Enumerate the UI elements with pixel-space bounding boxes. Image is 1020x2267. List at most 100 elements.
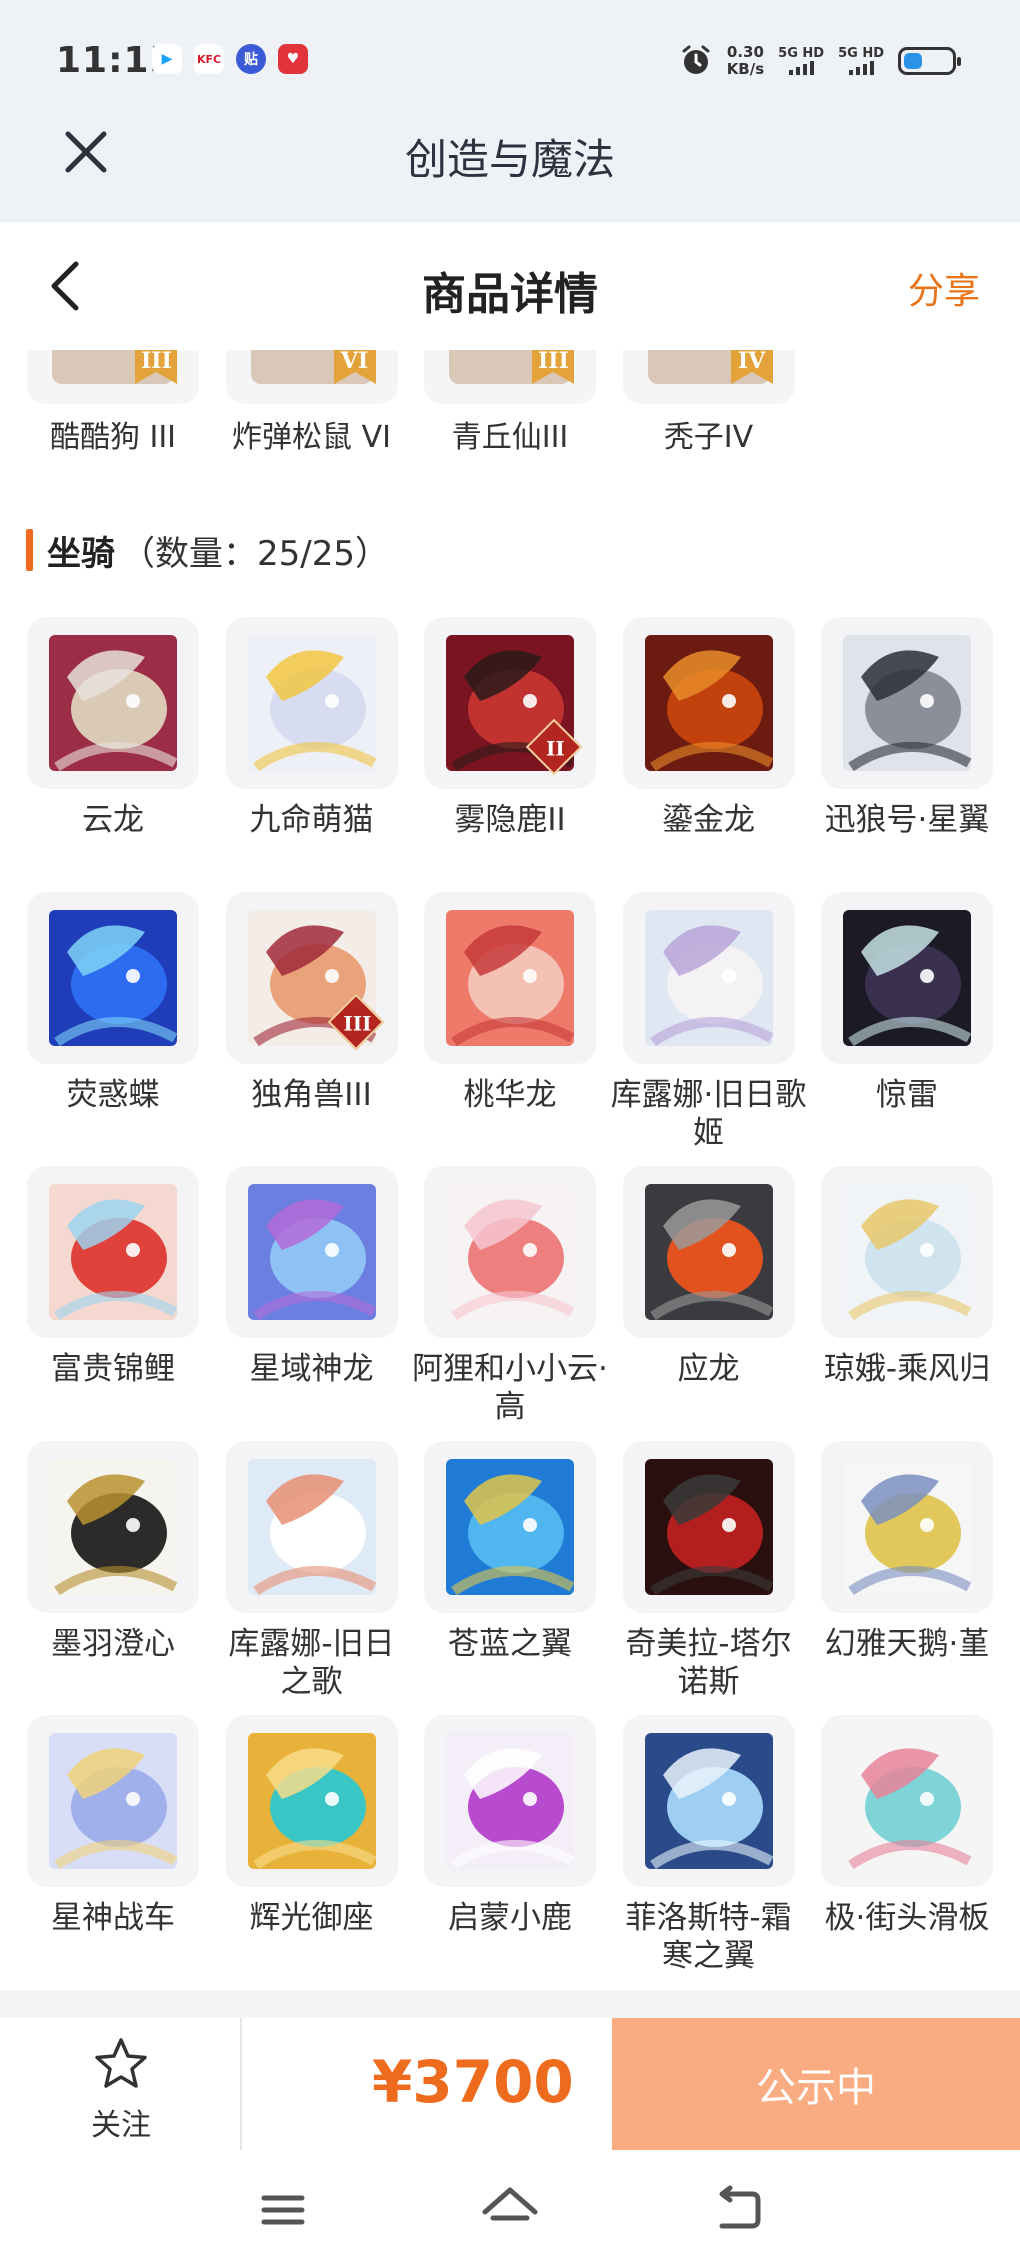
mount-card[interactable]: 库露娜-旧日之歌 — [225, 1440, 398, 1701]
sim2-label: 5G HD — [838, 46, 884, 61]
mount-card[interactable]: 辉光御座 — [225, 1715, 398, 1937]
status-indicators: 0.30 KB/s 5G HD 5G HD — [679, 44, 961, 78]
star-icon — [95, 2038, 147, 2088]
section-count: （数量：25/25） — [121, 533, 389, 574]
mount-thumbnail — [225, 1440, 398, 1613]
prev-item-thumbnail: III — [424, 350, 596, 404]
status-button[interactable]: 公示中 — [612, 2018, 1020, 2150]
mount-label: 星域神龙 — [249, 1351, 374, 1387]
back-nav-icon[interactable] — [702, 2180, 772, 2240]
menu-icon[interactable] — [248, 2180, 318, 2240]
mount-label: 奇美拉-塔尔诺斯 — [625, 1625, 792, 1700]
prev-item-thumbnail: VI — [225, 350, 398, 404]
app-bar: 创造与魔法 — [0, 110, 1020, 222]
price: ¥3700 — [372, 2048, 574, 2116]
mount-card[interactable]: 迅狼号·星翼 — [821, 617, 993, 839]
mount-thumbnail — [424, 1440, 596, 1613]
mount-card[interactable]: 琼娥-乘风归 — [821, 1166, 993, 1388]
mount-label: 桃华龙 — [463, 1076, 557, 1113]
signal-bars-icon — [778, 61, 824, 75]
mount-card[interactable]: 鎏金龙 — [622, 617, 795, 839]
mount-thumbnail — [821, 1440, 993, 1613]
tier-badge: IV — [737, 350, 766, 374]
mount-label: 独角兽III — [251, 1076, 372, 1113]
mount-card[interactable]: 库露娜·旧日歌姬 — [611, 891, 806, 1152]
action-bar: 关注 ¥3700 公示中 — [0, 2018, 1020, 2150]
mount-label: 琼娥-乘风归 — [823, 1351, 991, 1387]
share-button[interactable]: 分享 — [908, 262, 980, 314]
mount-card[interactable]: 云龙 — [27, 617, 199, 839]
mount-card[interactable]: 苍蓝之翼 — [424, 1440, 596, 1663]
follow-button[interactable]: 关注 — [0, 2018, 242, 2150]
net-speed: 0.30 KB/s — [727, 44, 764, 78]
mount-thumbnail — [27, 617, 199, 789]
top-area: 11:15 ▶ KFC 贴 ♥ 0.30 KB/s 5G HD 5G HD 创造… — [0, 0, 1020, 222]
mount-card[interactable]: III 独角兽III — [225, 891, 398, 1114]
mount-thumbnail — [225, 1166, 398, 1338]
prev-item-label: 酷酷狗 III — [49, 420, 177, 455]
mount-label: 库露娜-旧日之歌 — [228, 1625, 395, 1700]
mount-thumbnail — [424, 1715, 596, 1887]
mount-card[interactable]: 启蒙小鹿 — [424, 1715, 596, 1937]
mount-thumbnail: III — [225, 891, 398, 1064]
prev-item-label: 青丘仙III — [451, 420, 569, 455]
net-speed-unit: KB/s — [726, 60, 765, 78]
content-bottom-gap — [0, 1990, 1020, 2018]
mount-card[interactable]: 极·街头滑板 — [821, 1715, 993, 1937]
mount-label: 应龙 — [677, 1351, 740, 1387]
mount-thumbnail — [27, 1440, 199, 1613]
mount-card[interactable]: 幻雅天鹅·堇 — [821, 1440, 993, 1663]
prev-item-label: 炸弹松鼠 VI — [232, 420, 391, 455]
mount-card[interactable]: 应龙 — [622, 1166, 795, 1388]
mount-thumbnail — [821, 617, 993, 789]
mount-label: 迅狼号·星翼 — [824, 802, 990, 838]
tier-badge: III — [141, 350, 172, 374]
mount-card[interactable]: 菲洛斯特-霜寒之翼 — [622, 1715, 795, 1975]
status-bar: 11:15 ▶ KFC 贴 ♥ 0.30 KB/s 5G HD 5G HD — [0, 0, 1020, 122]
mount-label: 辉光御座 — [249, 1900, 374, 1936]
follow-label: 关注 — [91, 2108, 151, 2143]
mount-card[interactable]: 阿狸和小小云·高 — [412, 1166, 608, 1426]
mount-label: 菲洛斯特-霜寒之翼 — [625, 1900, 792, 1974]
mount-card[interactable]: 星神战车 — [27, 1715, 199, 1937]
system-nav-bar — [0, 2150, 1020, 2267]
mount-label: 苍蓝之翼 — [448, 1625, 572, 1662]
mount-label: 荧惑蝶 — [66, 1076, 160, 1113]
tier-badge-text: III — [342, 1010, 371, 1035]
mount-thumbnail — [424, 891, 596, 1064]
mount-thumbnail — [27, 891, 199, 1064]
mount-card[interactable]: 星域神龙 — [225, 1166, 398, 1388]
mount-thumbnail — [622, 617, 795, 789]
mount-label: 阿狸和小小云·高 — [412, 1351, 608, 1425]
mount-card[interactable]: II 雾隐鹿II — [424, 617, 596, 839]
mount-card[interactable]: 九命萌猫 — [225, 617, 398, 839]
mount-label: 库露娜·旧日歌姬 — [610, 1076, 807, 1151]
mount-card[interactable]: 富贵锦鲤 — [27, 1166, 199, 1388]
net-speed-value: 0.30 — [726, 43, 764, 61]
prev-item-thumbnail: IV — [622, 350, 795, 404]
mount-thumbnail — [622, 1440, 795, 1613]
app-title: 创造与魔法 — [404, 135, 615, 184]
page-header: 商品详情 分享 — [0, 222, 1020, 352]
sim1-label: 5G HD — [778, 46, 825, 61]
status-app-icons: ▶ KFC 贴 ♥ — [152, 44, 308, 74]
mount-card[interactable]: 桃华龙 — [424, 891, 596, 1114]
mount-label: 雾隐鹿II — [454, 802, 566, 838]
mount-thumbnail — [821, 1166, 993, 1338]
mount-thumbnail — [622, 1715, 795, 1887]
mount-card[interactable]: 荧惑蝶 — [27, 891, 199, 1114]
mount-thumbnail — [27, 1715, 199, 1887]
mount-thumbnail — [424, 1166, 596, 1338]
heart-app-icon: ♥ — [278, 44, 308, 74]
mount-card[interactable]: 奇美拉-塔尔诺斯 — [622, 1440, 795, 1701]
mount-label: 墨羽澄心 — [51, 1625, 175, 1662]
mount-thumbnail — [821, 1715, 993, 1887]
mount-thumbnail — [622, 891, 795, 1064]
home-icon[interactable] — [475, 2180, 545, 2240]
mount-card[interactable]: 墨羽澄心 — [27, 1440, 199, 1663]
mount-thumbnail — [225, 1715, 398, 1887]
alarm-icon — [682, 45, 710, 74]
kfc-app-icon: KFC — [194, 44, 224, 74]
mount-grid: 云龙 九命萌猫 II 雾隐鹿II 鎏金龙 迅狼号·星翼 荧惑蝶 III 独角兽III 桃华龙 库露娜… — [27, 617, 993, 1974]
mount-card[interactable]: 惊雷 — [821, 891, 993, 1114]
